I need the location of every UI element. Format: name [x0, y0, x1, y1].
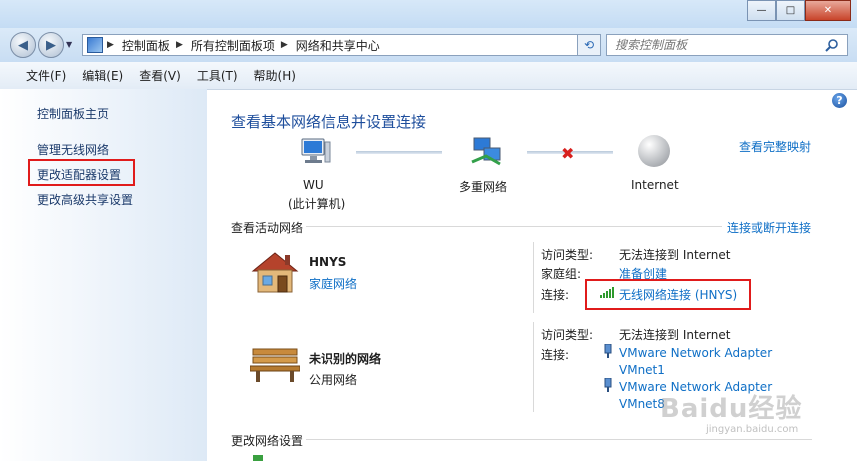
access-type-label: 访问类型: — [541, 328, 594, 342]
network-type: 公用网络 — [309, 373, 358, 387]
vmnet1-link[interactable]: VMware Network Adapter — [619, 346, 772, 360]
network-name: 未识别的网络 — [309, 352, 382, 366]
breadcrumb-control-panel[interactable]: 控制面板 — [122, 37, 170, 54]
menu-view[interactable]: 查看(V) — [139, 67, 181, 84]
connection-label: 连接: — [541, 288, 570, 302]
highlight-box — [28, 159, 135, 186]
computer-sub: (此计算机) — [288, 197, 346, 211]
sidebar-item-manage-wireless[interactable]: 管理无线网络 — [37, 141, 109, 158]
breadcrumb-all-items[interactable]: 所有控制面板项 — [191, 37, 275, 54]
close-button[interactable]: ✕ — [805, 0, 851, 21]
sidebar-item-advanced-sharing[interactable]: 更改高级共享设置 — [37, 191, 133, 208]
setup-icon — [253, 455, 263, 461]
menu-file[interactable]: 文件(F) — [26, 67, 66, 84]
computer-icon[interactable] — [296, 136, 332, 168]
no-connection-x-icon[interactable]: ✖ — [561, 144, 574, 163]
address-bar[interactable]: ▶ 控制面板 ▶ 所有控制面板项 ▶ 网络和共享中心 ▼ — [82, 34, 600, 56]
back-button[interactable]: ◀ — [10, 32, 36, 58]
adapter-icon — [604, 343, 612, 358]
highlight-box — [585, 279, 751, 310]
arrow-right-icon: ▶ — [46, 37, 56, 53]
map-link-line — [356, 151, 442, 154]
menu-edit[interactable]: 编辑(E) — [82, 67, 123, 84]
breadcrumb-separator-icon[interactable]: ▶ — [107, 40, 114, 50]
connection-label: 连接: — [541, 348, 570, 362]
vmnet8-link-line2[interactable]: VMnet8 — [619, 397, 665, 411]
divider — [306, 439, 812, 440]
network-type-link[interactable]: 家庭网络 — [309, 275, 357, 292]
full-map-link[interactable]: 查看完整映射 — [739, 138, 811, 155]
internet-label: Internet — [631, 178, 679, 192]
search-input[interactable] — [607, 36, 825, 54]
menu-bar: 文件(F) 编辑(E) 查看(V) 工具(T) 帮助(H) — [0, 62, 857, 90]
active-networks-heading: 查看活动网络 — [231, 221, 304, 235]
search-box — [606, 34, 848, 56]
arrow-left-icon: ◀ — [18, 37, 28, 53]
recent-pages-dropdown-icon[interactable]: ▼ — [66, 40, 72, 49]
computer-name: WU — [303, 178, 324, 192]
internet-globe-icon[interactable] — [638, 135, 670, 167]
homegroup-label: 家庭组: — [541, 267, 582, 281]
watermark-url: jingyan.baidu.com — [706, 424, 799, 435]
sidebar: 控制面板主页 管理无线网络 更改适配器设置 更改高级共享设置 — [0, 89, 207, 461]
menu-tools[interactable]: 工具(T) — [197, 67, 238, 84]
breadcrumb-separator-icon[interactable]: ▶ — [176, 40, 183, 50]
refresh-icon: ⟲ — [583, 38, 595, 52]
change-settings-heading: 更改网络设置 — [231, 434, 304, 448]
watermark-logo: Baidu经验 — [660, 394, 803, 424]
forward-button[interactable]: ▶ — [38, 32, 64, 58]
maximize-button[interactable]: □ — [776, 0, 805, 21]
vmnet1-link-line2[interactable]: VMnet1 — [619, 363, 665, 377]
home-icon[interactable] — [249, 249, 301, 295]
multiple-networks-icon[interactable] — [470, 136, 504, 168]
access-type-value: 无法连接到 Internet — [619, 248, 731, 262]
control-panel-icon — [87, 37, 103, 53]
window-controls: — □ ✕ — [747, 0, 851, 21]
divider — [533, 242, 534, 313]
divider — [533, 322, 534, 412]
divider — [306, 226, 722, 227]
bench-icon[interactable] — [249, 347, 301, 383]
multiple-networks-label: 多重网络 — [459, 180, 508, 194]
page-title: 查看基本网络信息并设置连接 — [231, 113, 427, 131]
sidebar-item-home[interactable]: 控制面板主页 — [37, 105, 109, 122]
access-type-value: 无法连接到 Internet — [619, 328, 731, 342]
menu-help[interactable]: 帮助(H) — [254, 67, 296, 84]
adapter-icon — [604, 377, 612, 392]
search-icon[interactable] — [825, 38, 839, 52]
minimize-button[interactable]: — — [747, 0, 776, 21]
refresh-button[interactable]: ⟲ — [577, 34, 601, 56]
connect-disconnect-link[interactable]: 连接或断开连接 — [727, 219, 811, 236]
breadcrumb-separator-icon[interactable]: ▶ — [281, 40, 288, 50]
network-name: HNYS — [309, 255, 347, 269]
help-icon[interactable]: ? — [832, 93, 847, 108]
access-type-label: 访问类型: — [541, 248, 594, 262]
title-bar: — □ ✕ — [0, 0, 857, 28]
breadcrumb-network-center[interactable]: 网络和共享中心 — [296, 37, 380, 54]
